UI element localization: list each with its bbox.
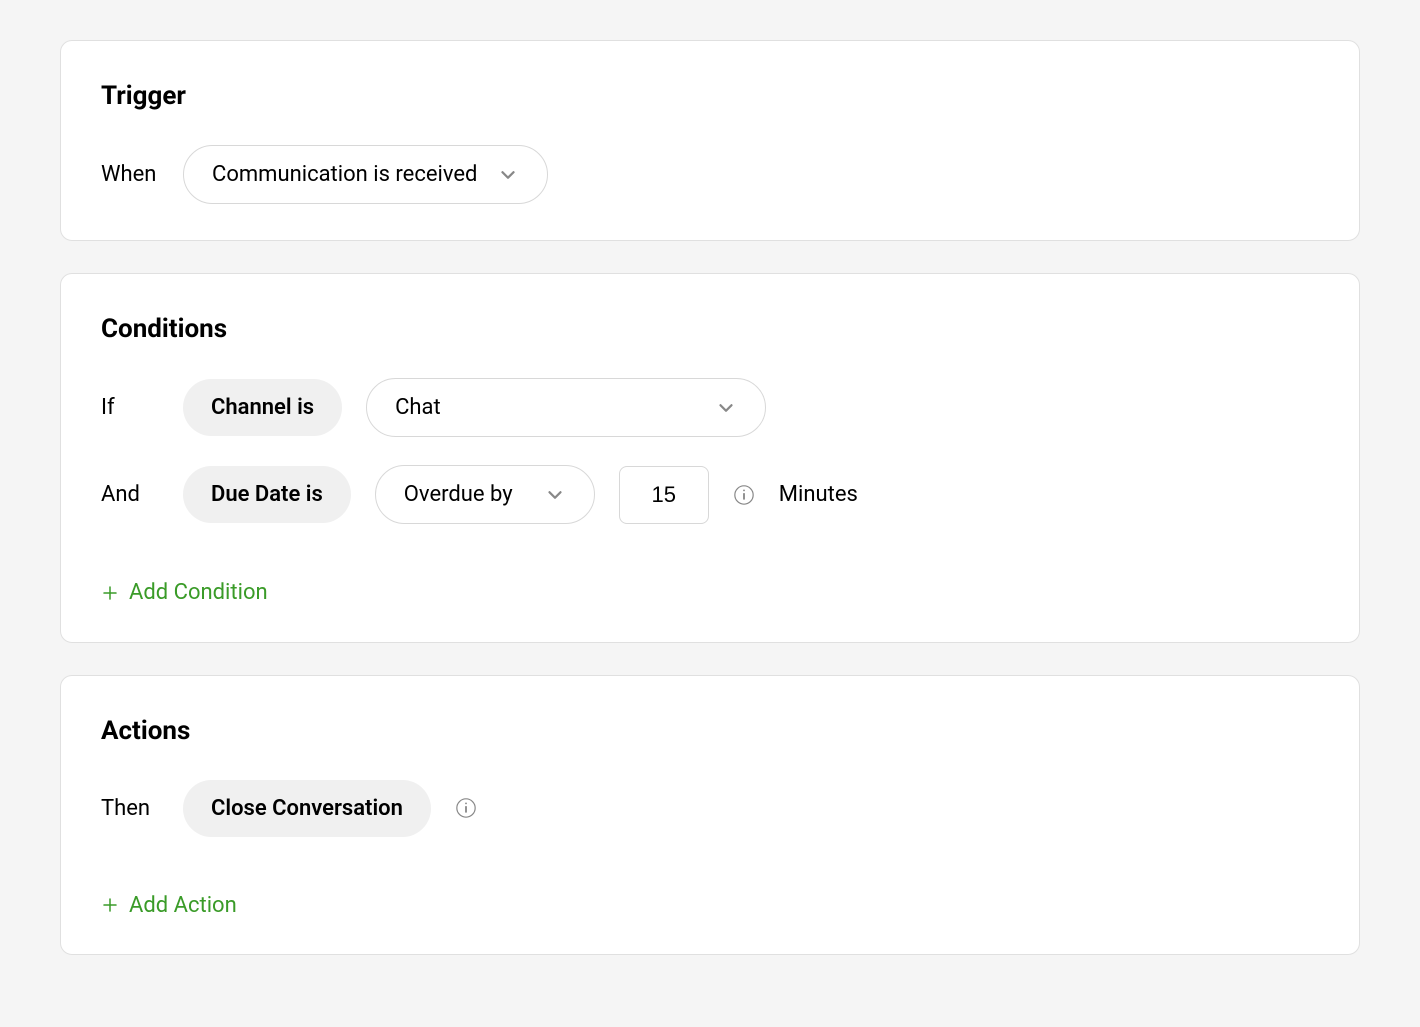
action-close-conversation-label: Close Conversation <box>211 796 403 821</box>
add-action-label: Add Action <box>129 893 237 918</box>
when-label: When <box>101 162 159 187</box>
trigger-row: When Communication is received <box>101 145 1319 204</box>
info-icon[interactable] <box>733 484 755 506</box>
chevron-down-icon <box>715 397 737 419</box>
trigger-when-value: Communication is received <box>212 162 477 187</box>
condition-value-chat: Chat <box>395 395 441 420</box>
action-row: Then Close Conversation <box>101 780 1319 837</box>
plus-icon <box>101 896 119 914</box>
info-icon[interactable] <box>455 797 477 819</box>
condition-operator-dropdown[interactable]: Overdue by <box>375 465 595 524</box>
add-condition-link[interactable]: Add Condition <box>101 580 268 605</box>
condition-unit-label: Minutes <box>779 482 858 507</box>
conditions-title: Conditions <box>101 314 1319 344</box>
condition-value-chat-dropdown[interactable]: Chat <box>366 378 766 437</box>
trigger-when-dropdown[interactable]: Communication is received <box>183 145 548 204</box>
chevron-down-icon <box>497 164 519 186</box>
then-label: Then <box>101 796 159 821</box>
condition-row-1: And Due Date is Overdue by Minutes <box>101 465 1319 524</box>
condition-prefix-and: And <box>101 482 159 507</box>
trigger-card: Trigger When Communication is received <box>60 40 1360 241</box>
actions-card: Actions Then Close Conversation Add Acti… <box>60 675 1360 956</box>
condition-operator-value: Overdue by <box>404 482 513 507</box>
condition-field-channel[interactable]: Channel is <box>183 379 342 436</box>
actions-title: Actions <box>101 716 1319 746</box>
action-close-conversation[interactable]: Close Conversation <box>183 780 431 837</box>
trigger-title: Trigger <box>101 81 1319 111</box>
condition-field-duedate-label: Due Date is <box>211 482 323 507</box>
condition-prefix-if: If <box>101 395 159 420</box>
condition-row-0: If Channel is Chat <box>101 378 1319 437</box>
add-condition-label: Add Condition <box>129 580 268 605</box>
conditions-card: Conditions If Channel is Chat And Due Da… <box>60 273 1360 643</box>
condition-field-channel-label: Channel is <box>211 395 314 420</box>
plus-icon <box>101 584 119 602</box>
chevron-down-icon <box>544 484 566 506</box>
add-action-link[interactable]: Add Action <box>101 893 237 918</box>
condition-number-input[interactable] <box>619 466 709 524</box>
condition-field-duedate[interactable]: Due Date is <box>183 466 351 523</box>
